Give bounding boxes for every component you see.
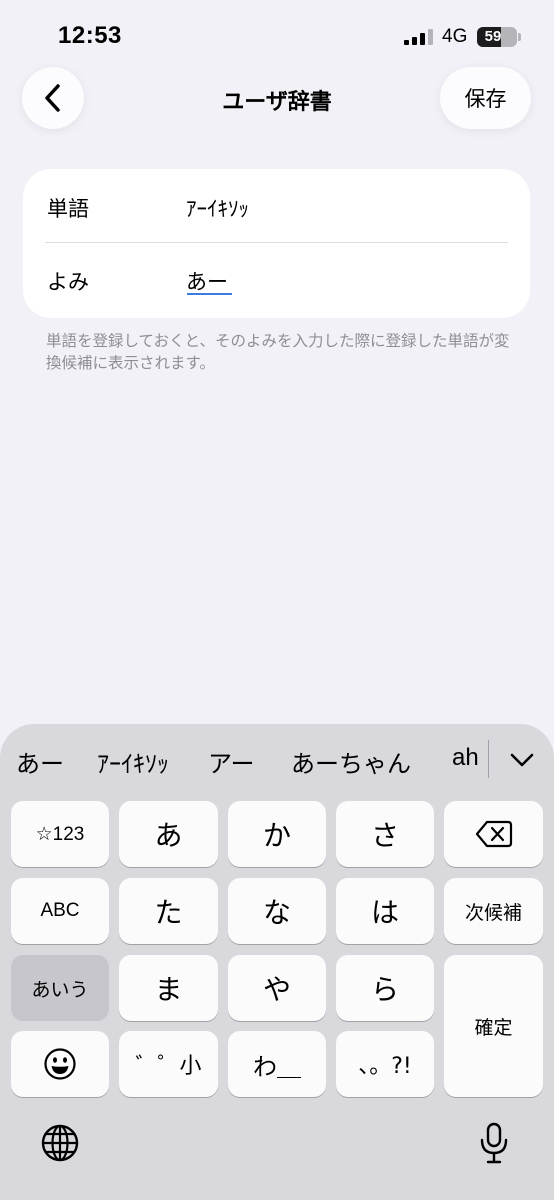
delete-key[interactable] — [444, 801, 543, 867]
key-ra[interactable]: ら — [336, 955, 434, 1021]
candidate-item[interactable]: あー — [16, 744, 64, 779]
signal-icon — [404, 29, 433, 45]
punctuation-key[interactable]: 、。?! — [336, 1031, 434, 1097]
key-ma[interactable]: ま — [119, 955, 218, 1021]
battery-cap — [518, 33, 521, 41]
keyboard: あー ｱｰｲｷｿｯ アー あーちゃん ah ☆123 あ か さ ABC た な… — [0, 724, 554, 1200]
abc-key[interactable]: ABC — [11, 878, 109, 944]
confirm-key[interactable]: 確定 — [444, 955, 543, 1097]
key-na[interactable]: な — [228, 878, 326, 944]
backspace-icon — [475, 820, 512, 848]
candidate-bar: あー ｱｰｲｷｿｯ アー あーちゃん ah — [0, 724, 554, 792]
symbols-key[interactable]: ☆123 — [11, 801, 109, 867]
status-bar: 12:53 4G 59 — [0, 0, 554, 66]
key-sa[interactable]: さ — [336, 801, 434, 867]
next-candidate-key[interactable]: 次候補 — [444, 878, 543, 944]
candidate-item[interactable]: ｱｰｲｷｿｯ — [97, 744, 169, 779]
emoji-icon — [44, 1048, 76, 1080]
emoji-key[interactable] — [11, 1031, 109, 1097]
key-ya[interactable]: や — [228, 955, 326, 1021]
reading-field[interactable]: あー — [186, 266, 228, 296]
chevron-down-icon — [510, 753, 534, 767]
candidate-item[interactable]: アー — [208, 744, 255, 779]
key-ta[interactable]: た — [119, 878, 218, 944]
candidate-separator — [488, 740, 489, 778]
dictation-button[interactable] — [472, 1119, 516, 1167]
candidate-item[interactable]: あーちゃん — [291, 744, 411, 779]
key-ka[interactable]: か — [228, 801, 326, 867]
dakuten-key[interactable]: ゛゜小 — [119, 1031, 218, 1097]
word-label: 単語 — [47, 197, 89, 221]
key-ha[interactable]: は — [336, 878, 434, 944]
globe-button[interactable] — [38, 1121, 82, 1165]
globe-icon — [41, 1124, 79, 1162]
divider — [45, 242, 508, 243]
battery-icon: 59 — [477, 27, 517, 47]
expand-candidates-button[interactable] — [502, 746, 542, 774]
status-time: 12:53 — [58, 22, 122, 49]
key-a[interactable]: あ — [119, 801, 218, 867]
dictionary-form: 単語 ｱｰｲｷｿｯ よみ あー — [23, 169, 530, 318]
help-note: 単語を登録しておくと、そのよみを入力した際に登録した単語が変換候補に表示されます… — [46, 332, 510, 372]
reading-label: よみ — [47, 270, 89, 294]
key-wa[interactable]: わ＿ — [228, 1031, 326, 1097]
microphone-icon — [480, 1122, 508, 1164]
kana-mode-key[interactable]: あいう — [11, 955, 109, 1021]
candidate-item[interactable]: ah — [452, 744, 479, 772]
word-field[interactable]: ｱｰｲｷｿｯ — [186, 193, 249, 223]
save-button[interactable]: 保存 — [440, 67, 531, 129]
marked-text-underline — [187, 293, 232, 295]
battery-percent: 59 — [484, 28, 502, 45]
network-type: 4G — [442, 26, 468, 47]
